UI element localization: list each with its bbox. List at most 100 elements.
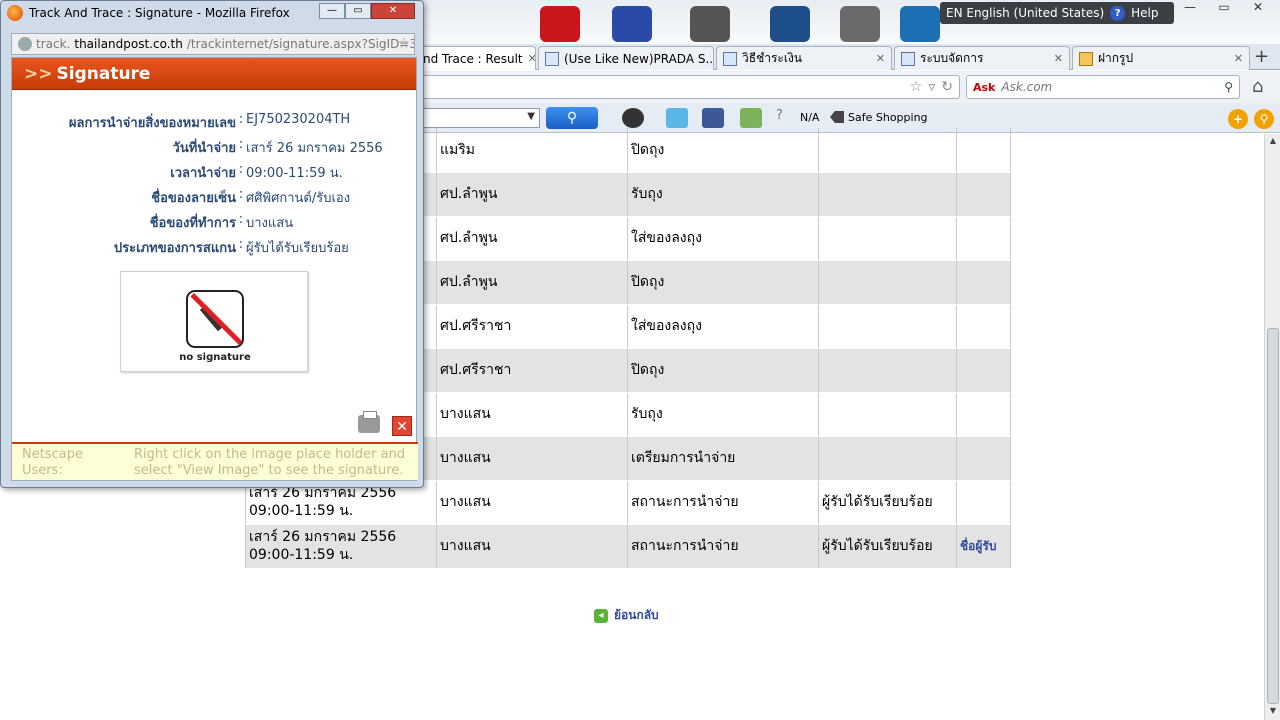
popup-url-bar[interactable]: track. thailandpost.co.th/trackinternet/s… xyxy=(11,33,415,55)
close-icon[interactable]: ✕ xyxy=(392,416,412,436)
dropdown-icon[interactable]: ▿ xyxy=(928,79,935,95)
table-cell: ศป.ลำพูน xyxy=(436,260,628,305)
table-cell: บางแสน xyxy=(436,392,628,437)
back-label[interactable]: ย้อนกลับ xyxy=(614,606,659,625)
tab-close-icon[interactable]: ✕ xyxy=(1234,52,1243,65)
table-cell: รับถุง xyxy=(627,172,819,217)
minimize-icon[interactable]: — xyxy=(1176,0,1204,18)
reload-icon[interactable]: ↻ xyxy=(941,79,953,95)
table-cell: ศป.ลำพูน xyxy=(436,172,628,217)
maximize-icon[interactable]: ▭ xyxy=(345,3,371,19)
tab-label: วิธีชำระเงิน xyxy=(742,51,802,65)
close-window-icon[interactable]: ✕ xyxy=(1244,0,1272,18)
language-bar[interactable]: EN English (United States) ? Help xyxy=(940,2,1174,24)
table-cell xyxy=(956,348,1011,393)
table-cell: ผู้รับได้รับเรียบร้อย xyxy=(818,524,957,569)
close-window-icon[interactable]: ✕ xyxy=(371,3,415,19)
photo-icon[interactable] xyxy=(740,108,762,128)
safe-shopping-label[interactable]: Safe Shopping xyxy=(848,111,928,124)
signature-image[interactable]: no signature xyxy=(120,271,308,372)
minimize-icon[interactable]: — xyxy=(319,3,345,19)
search-icon[interactable]: ⚲ xyxy=(1224,80,1233,94)
info-row: ผลการนำจ่ายสิ่งของหมายเลข: EJ750230204TH xyxy=(12,112,418,137)
table-cell xyxy=(956,172,1011,217)
url-path: /trackinternet/signature.aspx?SigID=3747… xyxy=(186,37,414,51)
window-controls: — ▭ ✕ xyxy=(1176,0,1272,20)
help-icon[interactable]: ? xyxy=(776,108,788,128)
back-link[interactable]: ◂ ย้อนกลับ xyxy=(594,606,659,625)
url-bar[interactable]: ☆ ▿ ↻ xyxy=(420,75,960,99)
banner-title: Signature xyxy=(56,64,151,84)
twitter-icon[interactable] xyxy=(666,108,688,128)
bookmark-star-icon[interactable]: ☆ xyxy=(397,36,410,52)
toolbar-search-button[interactable]: ⚲ xyxy=(546,107,598,129)
search-input[interactable]: Ask Ask.com ⚲ xyxy=(966,75,1240,99)
bg-thumbnail xyxy=(900,6,940,42)
info-separator: : xyxy=(238,162,244,177)
tab-label: ระบบจัดการ xyxy=(920,51,984,65)
tab-close-icon[interactable]: ✕ xyxy=(876,52,885,65)
info-label: วันที่นำจ่าย xyxy=(172,141,236,156)
table-cell: ศป.ลำพูน xyxy=(436,216,628,261)
table-cell xyxy=(956,216,1011,261)
table-cell xyxy=(956,392,1011,437)
table-cell xyxy=(956,436,1011,481)
tab-upload[interactable]: ฝากรูป ✕ xyxy=(1072,46,1250,70)
tab-close-icon[interactable]: ✕ xyxy=(528,52,535,65)
table-cell xyxy=(818,128,957,173)
url-domain: thailandpost.co.th xyxy=(74,37,183,51)
dropdown-icon[interactable]: ▼ xyxy=(527,111,535,122)
table-cell: ผู้รับได้รับเรียบร้อย xyxy=(818,480,957,525)
page-icon xyxy=(545,51,559,66)
table-cell: ปิดถุง xyxy=(627,348,819,393)
info-value: บางแสน xyxy=(246,216,294,231)
tab-close-icon[interactable]: ✕ xyxy=(1054,52,1063,65)
facebook-icon[interactable] xyxy=(702,108,724,128)
back-arrow-icon[interactable]: ◂ xyxy=(594,608,608,623)
site-icon xyxy=(901,51,915,66)
info-label: ประเภทของการสแกน xyxy=(113,241,236,256)
table-cell: บางแสน xyxy=(436,480,628,525)
bookmark-star-icon[interactable]: ☆ xyxy=(910,79,923,95)
search-icon[interactable]: ⚲ xyxy=(1254,109,1274,129)
tab-management[interactable]: ระบบจัดการ ✕ xyxy=(894,46,1070,70)
info-label: ชื่อของลายเซ็น xyxy=(151,191,236,206)
info-value: ผู้รับได้รับเรียบร้อย xyxy=(246,241,349,256)
no-signature-icon xyxy=(186,290,244,348)
ask-logo-icon[interactable]: Ask xyxy=(973,81,995,94)
info-separator: : xyxy=(238,112,244,127)
info-separator: : xyxy=(238,237,244,252)
tab-prada[interactable]: (Use Like New)PRADA S... ✕ xyxy=(538,46,714,70)
home-icon[interactable]: ⌂ xyxy=(1252,76,1272,97)
chevron-icon: >> xyxy=(24,64,53,84)
tab-track-result[interactable]: nd Trace : Result ✕ xyxy=(416,46,536,70)
toolbar-search-input[interactable]: ▼ xyxy=(420,108,540,128)
safe-shopping-button[interactable]: Safe Shopping xyxy=(830,111,928,124)
add-icon[interactable]: + xyxy=(1228,109,1248,129)
bg-thumbnail xyxy=(770,6,810,42)
scroll-down-icon[interactable]: ▼ xyxy=(1267,706,1279,718)
site-icon xyxy=(1079,51,1093,66)
scroll-up-icon[interactable]: ▲ xyxy=(1267,136,1279,148)
language-label[interactable]: EN English (United States) xyxy=(946,6,1104,20)
table-cell xyxy=(956,128,1011,173)
table-cell: สถานะการนำจ่าย xyxy=(627,480,819,525)
info-label: ผลการนำจ่ายสิ่งของหมายเลข xyxy=(68,116,236,131)
info-row: ชื่อของที่ทำการ: บางแสน xyxy=(12,212,418,237)
new-tab-icon[interactable]: + xyxy=(1254,46,1269,67)
table-cell xyxy=(956,304,1011,349)
info-label: เวลานำจ่าย xyxy=(170,166,236,181)
tab-payment[interactable]: วิธีชำระเงิน ✕ xyxy=(716,46,892,70)
table-cell: ศป.ศรีราชา xyxy=(436,304,628,349)
settings-icon[interactable] xyxy=(622,108,644,128)
print-icon[interactable] xyxy=(358,411,380,433)
scroll-thumb[interactable] xyxy=(1267,328,1279,704)
help-label[interactable]: Help xyxy=(1131,6,1158,20)
popup-body: >> Signature ผลการนำจ่ายสิ่งของหมายเลข: EJ… xyxy=(11,57,418,481)
vertical-scrollbar[interactable]: ▲ ▼ xyxy=(1264,134,1280,720)
restore-icon[interactable]: ▭ xyxy=(1210,0,1238,18)
tag-icon xyxy=(830,111,844,123)
recipient-name-link[interactable]: ชื่อผู้รับ xyxy=(960,539,996,553)
popup-titlebar: Track And Trace : Signature - Mozilla Fi… xyxy=(7,5,290,21)
help-icon[interactable]: ? xyxy=(1110,5,1126,21)
